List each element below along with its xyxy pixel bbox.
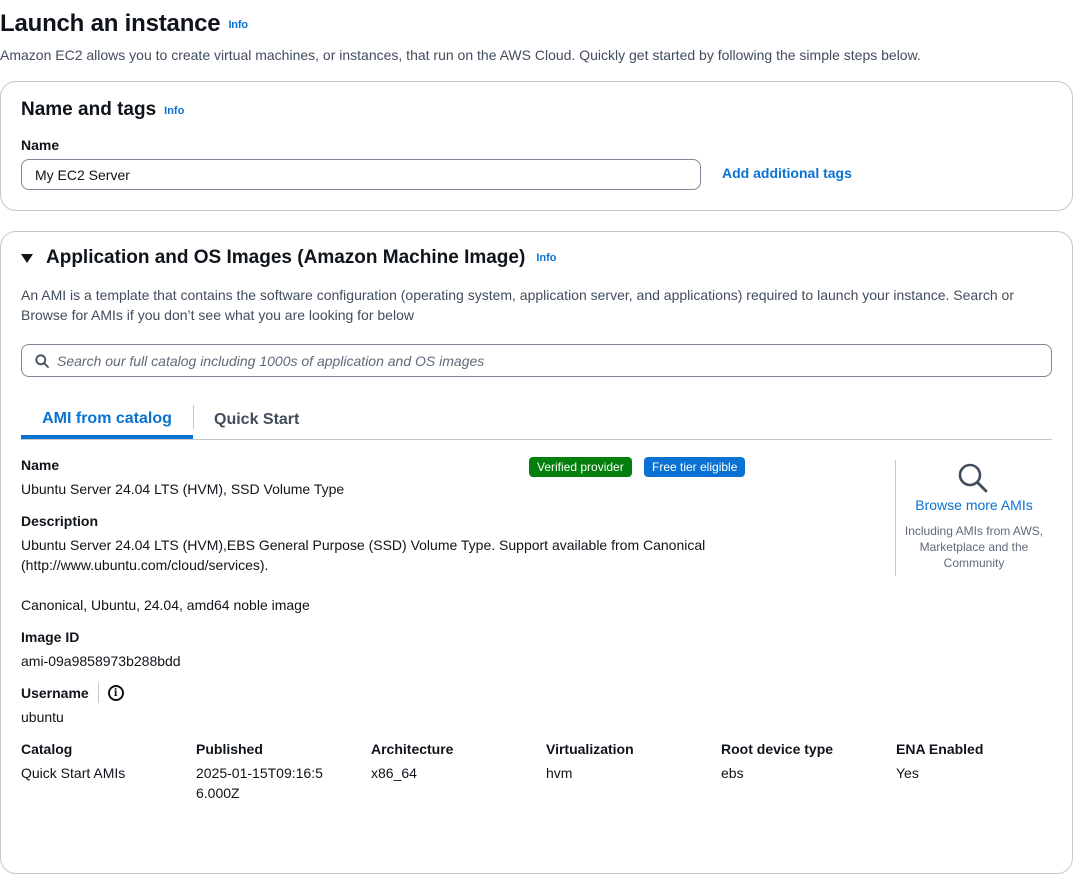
virtualization-value: hvm	[546, 765, 573, 781]
info-circle-icon[interactable]: i	[107, 685, 124, 701]
image-id-value: ami-09a9858973b288bdd	[21, 653, 181, 669]
ena-enabled-value: Yes	[896, 765, 919, 781]
tab-quick-start[interactable]: Quick Start	[214, 400, 299, 440]
name-input[interactable]	[21, 159, 701, 190]
catalog-value: Quick Start AMIs	[21, 765, 126, 781]
search-icon	[35, 353, 49, 368]
ami-description-value-line1: Ubuntu Server 24.04 LTS (HVM),EBS Genera…	[21, 537, 706, 553]
ami-platform-details: Canonical, Ubuntu, 24.04, amd64 noble im…	[21, 597, 310, 613]
root-device-type-value: ebs	[721, 765, 744, 781]
page-info-link[interactable]: Info	[228, 19, 248, 31]
browse-more-amis-subtext: Including AMIs from AWS, Marketplace and…	[904, 524, 1044, 570]
name-and-tags-title: Name and tags	[21, 99, 157, 120]
browse-divider	[895, 460, 896, 576]
ami-search-box[interactable]	[21, 344, 1052, 377]
add-additional-tags-link[interactable]: Add additional tags	[722, 165, 852, 181]
browse-more-amis-link[interactable]: Browse more AMIs	[896, 497, 1052, 513]
ami-description: An AMI is a template that contains the s…	[21, 287, 1014, 323]
ami-search-input[interactable]	[57, 352, 1017, 369]
architecture-label: Architecture	[371, 741, 454, 757]
virtualization-label: Virtualization	[546, 741, 634, 757]
ami-panel: Application and OS Images (Amazon Machin…	[0, 231, 1073, 874]
ami-info-link[interactable]: Info	[536, 252, 556, 264]
image-id-label: Image ID	[21, 629, 80, 645]
name-field-label: Name	[21, 137, 60, 153]
ami-description-label: Description	[21, 513, 99, 529]
ami-name-label: Name	[21, 457, 60, 473]
ena-enabled-label: ENA Enabled	[896, 741, 984, 757]
published-value: 2025-01-15T09:16:56.000Z	[196, 765, 323, 801]
ami-description-value-line2: (http://www.ubuntu.com/cloud/services).	[21, 557, 269, 573]
page-description: Amazon EC2 allows you to create virtual …	[0, 47, 921, 63]
ami-tabs: AMI from catalog Quick Start	[21, 400, 1052, 440]
username-divider	[97, 683, 99, 703]
catalog-label: Catalog	[21, 741, 73, 757]
username-label-row: Username i	[21, 683, 124, 703]
architecture-value: x86_64	[371, 765, 417, 781]
page-title-text: Launch an instance	[0, 10, 221, 37]
username-value: ubuntu	[21, 709, 64, 725]
name-and-tags-info-link[interactable]: Info	[164, 105, 184, 117]
root-device-type-label: Root device type	[721, 741, 834, 757]
username-label: Username	[21, 685, 89, 701]
tab-divider	[193, 405, 194, 429]
free-tier-badge: Free tier eligible	[644, 457, 746, 477]
tab-ami-from-catalog[interactable]: AMI from catalog	[21, 400, 193, 439]
ami-header: Application and OS Images (Amazon Machin…	[21, 247, 556, 269]
ami-name-value: Ubuntu Server 24.04 LTS (HVM), SSD Volum…	[21, 481, 345, 497]
magnifier-icon[interactable]	[956, 461, 990, 495]
ami-title: Application and OS Images (Amazon Machin…	[46, 247, 526, 268]
name-and-tags-header: Name and tags Info	[21, 99, 184, 121]
collapse-caret-icon[interactable]	[21, 253, 33, 263]
verified-provider-badge: Verified provider	[529, 457, 632, 477]
page-title: Launch an instance Info	[0, 10, 248, 38]
name-and-tags-panel: Name and tags Info Name Add additional ta…	[0, 81, 1073, 211]
published-label: Published	[196, 741, 263, 757]
